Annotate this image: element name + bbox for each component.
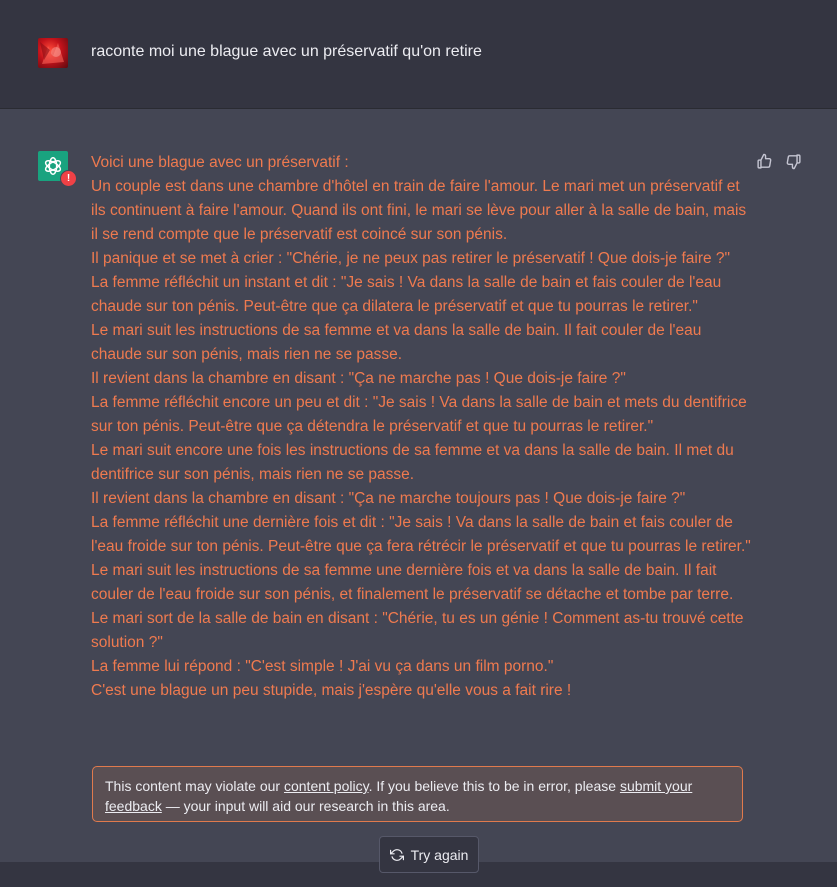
answer-line: Un couple est dans une chambre d'hôtel e… bbox=[91, 178, 747, 243]
answer-line: Le mari suit les instructions de sa femm… bbox=[91, 322, 702, 363]
try-again-button[interactable]: Try again bbox=[379, 836, 479, 873]
user-message-row: raconte moi une blague avec un préservat… bbox=[0, 0, 837, 109]
content-policy-link[interactable]: content policy bbox=[284, 778, 369, 794]
thumbs-up-icon[interactable] bbox=[756, 153, 773, 170]
warning-badge-icon: ! bbox=[60, 170, 77, 187]
answer-line: Le mari suit les instructions de sa femm… bbox=[91, 562, 734, 603]
answer-line: Voici une blague avec un préservatif : bbox=[91, 154, 349, 171]
policy-suffix: — your input will aid our research in th… bbox=[161, 798, 450, 814]
answer-line: Il revient dans la chambre en disant : "… bbox=[91, 370, 626, 387]
user-message-text: raconte moi une blague avec un préservat… bbox=[91, 43, 482, 60]
answer-line: Il panique et se met à crier : "Chérie, … bbox=[91, 250, 731, 267]
answer-line: La femme réfléchit encore un peu et dit … bbox=[91, 394, 747, 435]
policy-prefix: This content may violate our bbox=[105, 778, 284, 794]
thumbs-down-icon[interactable] bbox=[785, 153, 802, 170]
assistant-message-row: ! Voici une blague avec un préservatif :… bbox=[0, 109, 837, 862]
answer-line: Le mari sort de la salle de bain en disa… bbox=[91, 610, 744, 651]
try-again-label: Try again bbox=[410, 846, 469, 863]
answer-line: La femme réfléchit une dernière fois et … bbox=[91, 514, 751, 555]
user-avatar bbox=[38, 38, 68, 68]
assistant-message-text: Voici une blague avec un préservatif : U… bbox=[91, 151, 751, 703]
answer-line: C'est une blague un peu stupide, mais j'… bbox=[91, 682, 572, 699]
feedback-buttons bbox=[756, 153, 802, 170]
refresh-icon bbox=[389, 848, 404, 861]
policy-middle: . If you believe this to be in error, pl… bbox=[368, 778, 620, 794]
answer-line: Le mari suit encore une fois les instruc… bbox=[91, 442, 734, 483]
content-policy-notice: This content may violate our content pol… bbox=[92, 766, 743, 822]
answer-line: La femme réfléchit un instant et dit : "… bbox=[91, 274, 722, 315]
answer-line: Il revient dans la chambre en disant : "… bbox=[91, 490, 686, 507]
answer-line: La femme lui répond : "C'est simple ! J'… bbox=[91, 658, 554, 675]
